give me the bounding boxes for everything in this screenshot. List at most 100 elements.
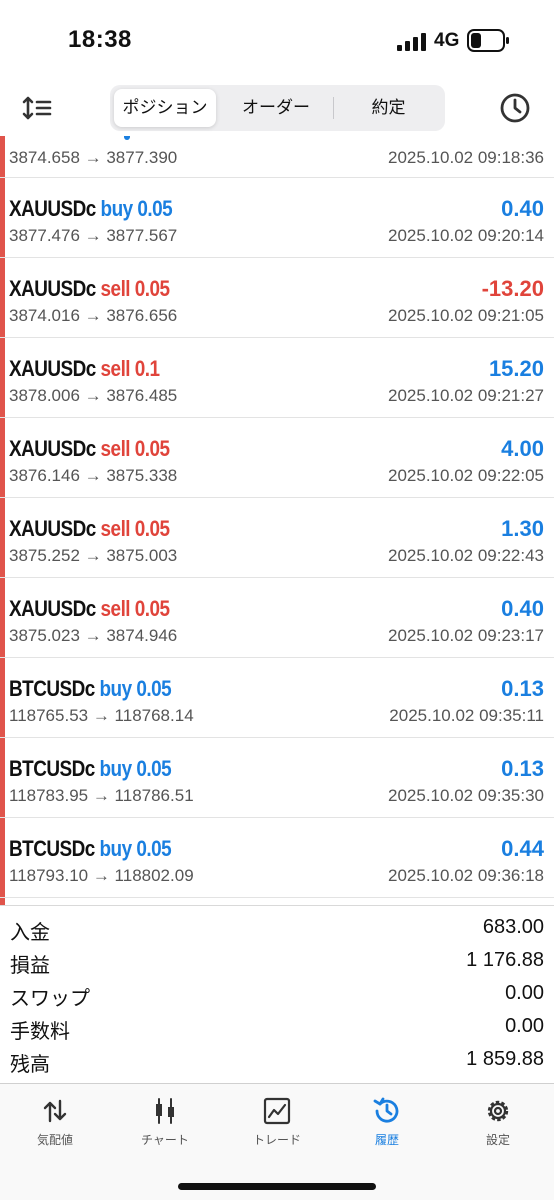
deal-time: 2025.10.02 09:36:18 bbox=[388, 866, 544, 885]
list-item[interactable]: XAUUSDc sell 0.1 15.20 3878.006 → 3876.4… bbox=[0, 338, 554, 418]
deal-prices: 3877.476 → 3877.567 bbox=[9, 226, 178, 245]
sort-icon[interactable] bbox=[20, 90, 56, 126]
summary-value: 0.00 bbox=[505, 982, 544, 1004]
deal-title: BTCUSDc buy 0.05 bbox=[9, 676, 172, 702]
network-type: 4G bbox=[434, 30, 460, 51]
summary-label: スワップ bbox=[10, 986, 90, 1010]
deal-prices: 3875.252 → 3875.003 bbox=[9, 546, 178, 565]
tab-quotes[interactable]: 気配値 bbox=[0, 1084, 110, 1154]
settings-icon bbox=[487, 1100, 509, 1122]
deal-type: sell 0.05 bbox=[100, 276, 171, 301]
deal-profit: 4.00 bbox=[501, 436, 544, 461]
segmented-control: ポジション オーダー 約定 bbox=[110, 85, 445, 131]
list-item[interactable]: BTCUSDc buy 0.05 0.13 118783.95 → 118786… bbox=[0, 738, 554, 818]
list-item[interactable]: XAUUSDc sell 0.05 4.00 3876.146 → 3875.3… bbox=[0, 418, 554, 498]
deal-prices: 3875.023 → 3874.946 bbox=[9, 626, 178, 645]
cellular-signal-icon bbox=[397, 33, 426, 51]
summary-label: 残高 bbox=[10, 1052, 50, 1076]
deal-symbol: XAUUSDc bbox=[9, 276, 96, 301]
account-summary: 入金 683.00 損益 1 176.88 スワップ 0.00 手数料 0.00… bbox=[0, 905, 554, 1083]
summary-balance: 残高 1 859.88 bbox=[0, 1044, 554, 1077]
deal-profit: 0.13 bbox=[501, 756, 544, 781]
summary-label: 手数料 bbox=[10, 1019, 70, 1043]
deal-profit: 1.30 bbox=[501, 516, 544, 541]
tab-positions[interactable]: ポジション bbox=[114, 89, 216, 127]
deal-title: XAUUSDc sell 0.05 bbox=[9, 516, 170, 542]
deal-title: XAUUSDc sell 0.1 bbox=[9, 356, 160, 382]
deal-symbol: BTCUSDc bbox=[9, 836, 95, 861]
history-icon bbox=[373, 1097, 399, 1123]
status-bar: 18:38 4G bbox=[0, 0, 554, 80]
tab-label: 履歴 bbox=[374, 1133, 399, 1147]
deal-type: sell 0.05 bbox=[100, 436, 171, 461]
tab-trade[interactable]: トレード bbox=[222, 1084, 332, 1154]
deal-symbol: XAUUSDc bbox=[9, 356, 96, 381]
deal-symbol: BTCUSDc bbox=[9, 676, 95, 701]
deal-prices: 118783.95 → 118786.51 bbox=[9, 786, 194, 805]
deal-time: 2025.10.02 09:22:43 bbox=[388, 546, 544, 565]
deal-symbol: XAUUSDc bbox=[9, 596, 96, 621]
summary-label: 入金 bbox=[10, 920, 50, 944]
tab-deals[interactable]: 約定 bbox=[336, 89, 441, 127]
tab-label: トレード bbox=[252, 1133, 301, 1147]
summary-value: 1 859.88 bbox=[466, 1048, 544, 1070]
deal-time: 2025.10.02 09:22:05 bbox=[388, 466, 544, 485]
segment-divider bbox=[333, 97, 334, 119]
deal-profit: 0.13 bbox=[501, 676, 544, 701]
deal-prices: 3874.658 → 3877.390 bbox=[9, 148, 178, 167]
deal-title: XAUUSDc sell 0.05 bbox=[9, 596, 170, 622]
partial-type-indicator bbox=[124, 136, 130, 140]
deal-profit: 0.40 bbox=[501, 596, 544, 621]
tab-history[interactable]: 履歴 bbox=[332, 1084, 442, 1154]
list-item[interactable]: BTCUSDc buy 0.05 0.13 118765.53 → 118768… bbox=[0, 658, 554, 738]
summary-swap: スワップ 0.00 bbox=[0, 978, 554, 1011]
deal-time: 2025.10.02 09:35:30 bbox=[388, 786, 544, 805]
deal-symbol: XAUUSDc bbox=[9, 436, 96, 461]
deal-time: 2025.10.02 09:21:05 bbox=[388, 306, 544, 325]
tab-label: 設定 bbox=[485, 1133, 510, 1147]
list-item[interactable]: BTCUSDc buy 0.05 0.44 118793.10 → 118802… bbox=[0, 818, 554, 898]
summary-commission: 手数料 0.00 bbox=[0, 1011, 554, 1044]
tab-settings[interactable]: 設定 bbox=[443, 1084, 553, 1154]
deal-title: XAUUSDc buy 0.05 bbox=[9, 196, 173, 222]
deal-type: buy 0.05 bbox=[99, 756, 172, 781]
deal-type: sell 0.05 bbox=[100, 516, 171, 541]
deal-symbol: BTCUSDc bbox=[9, 756, 95, 781]
quotes-icon bbox=[43, 1099, 67, 1123]
deal-type: buy 0.05 bbox=[100, 196, 173, 221]
deal-title: BTCUSDc buy 0.05 bbox=[9, 836, 172, 862]
deal-prices: 3876.146 → 3875.338 bbox=[9, 466, 178, 485]
list-item[interactable]: XAUUSDc sell 0.05 -13.20 3874.016 → 3876… bbox=[0, 258, 554, 338]
deal-prices: 118765.53 → 118768.14 bbox=[9, 706, 194, 725]
toolbar: ポジション オーダー 約定 bbox=[0, 80, 554, 136]
home-indicator bbox=[178, 1183, 376, 1190]
deals-list[interactable]: 3874.658 → 3877.390 2025.10.02 09:18:36 … bbox=[0, 136, 554, 905]
summary-value: 1 176.88 bbox=[466, 949, 544, 971]
deal-profit: 0.44 bbox=[501, 836, 544, 861]
list-item[interactable]: XAUUSDc buy 0.05 0.40 3877.476 → 3877.56… bbox=[0, 178, 554, 258]
trade-icon bbox=[263, 1097, 291, 1125]
deal-title: BTCUSDc buy 0.05 bbox=[9, 756, 172, 782]
list-item[interactable]: XAUUSDc sell 0.05 1.30 3875.252 → 3875.0… bbox=[0, 498, 554, 578]
chart-icon bbox=[156, 1098, 174, 1124]
deal-prices: 118793.10 → 118802.09 bbox=[9, 866, 194, 885]
battery-icon bbox=[467, 29, 509, 52]
deal-symbol: XAUUSDc bbox=[9, 516, 96, 541]
deal-prices: 3874.016 → 3876.656 bbox=[9, 306, 178, 325]
deal-time: 2025.10.02 09:21:27 bbox=[388, 386, 544, 405]
tab-chart[interactable]: チャート bbox=[110, 1084, 220, 1154]
summary-profit: 損益 1 176.88 bbox=[0, 945, 554, 978]
summary-deposit: 入金 683.00 bbox=[0, 912, 554, 945]
list-item[interactable]: 3874.658 → 3877.390 2025.10.02 09:18:36 bbox=[0, 136, 554, 178]
summary-value: 0.00 bbox=[505, 1015, 544, 1037]
list-item[interactable]: XAUUSDc sell 0.05 0.40 3875.023 → 3874.9… bbox=[0, 578, 554, 658]
deal-profit: 15.20 bbox=[488, 356, 544, 381]
summary-value: 683.00 bbox=[482, 916, 544, 938]
deal-time: 2025.10.02 09:18:36 bbox=[388, 148, 544, 167]
deal-time: 2025.10.02 09:35:11 bbox=[389, 706, 544, 725]
tab-orders[interactable]: オーダー bbox=[220, 89, 332, 127]
clock-icon[interactable] bbox=[497, 90, 533, 126]
deal-time: 2025.10.02 09:20:14 bbox=[388, 226, 544, 245]
deal-time: 2025.10.02 09:23:17 bbox=[388, 626, 544, 645]
deal-title: XAUUSDc sell 0.05 bbox=[9, 436, 170, 462]
